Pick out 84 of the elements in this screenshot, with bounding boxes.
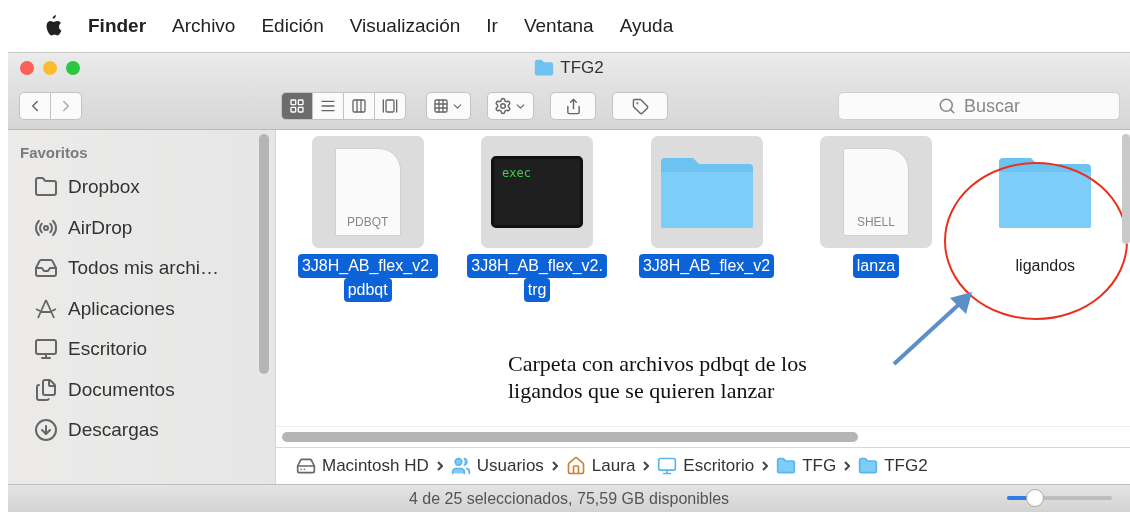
menu-app-name[interactable]: Finder bbox=[88, 15, 147, 37]
path-item[interactable]: Macintosh HD bbox=[296, 456, 429, 476]
desktop-icon bbox=[657, 456, 678, 476]
share-button[interactable] bbox=[550, 92, 596, 120]
terminal-text: exec bbox=[502, 166, 531, 180]
icons-view-icon bbox=[289, 98, 305, 114]
file-name[interactable]: lanza bbox=[852, 254, 900, 278]
menu-item[interactable]: Ventana bbox=[523, 15, 594, 37]
home-icon bbox=[565, 456, 586, 476]
sidebar-item-label: Todos mis archi… bbox=[68, 257, 219, 280]
slider-thumb[interactable] bbox=[1026, 489, 1045, 507]
chevron-right-icon bbox=[643, 461, 650, 471]
menu-item[interactable]: Ir bbox=[486, 15, 498, 37]
sidebar-item[interactable]: Todos mis archi… bbox=[20, 248, 275, 289]
path-item[interactable]: Usuarios bbox=[450, 456, 544, 476]
tag-button[interactable] bbox=[612, 92, 668, 120]
sidebar-item-label: AirDrop bbox=[68, 216, 133, 239]
back-button[interactable] bbox=[19, 92, 51, 120]
chevron-right-icon bbox=[762, 461, 769, 471]
downloads-icon bbox=[34, 418, 58, 443]
sidebar-item-label: Escritorio bbox=[68, 338, 148, 361]
scrollbar-thumb[interactable] bbox=[259, 134, 269, 374]
sidebar-item[interactable]: Dropbox bbox=[20, 167, 275, 208]
users-icon bbox=[450, 456, 471, 476]
list-view-icon bbox=[320, 98, 336, 114]
documents-icon bbox=[34, 377, 58, 402]
sidebar-item-label: Documentos bbox=[68, 378, 175, 401]
folder-icon bbox=[858, 456, 879, 476]
sidebar-item[interactable]: Aplicaciones bbox=[20, 288, 275, 329]
settings-button[interactable] bbox=[487, 92, 534, 120]
path-item[interactable]: TFG bbox=[776, 456, 837, 476]
close-button[interactable] bbox=[20, 61, 34, 75]
gear-icon bbox=[494, 97, 512, 115]
sidebar-item[interactable]: Escritorio bbox=[20, 329, 275, 370]
forward-button[interactable] bbox=[50, 92, 82, 120]
chevron-right-icon bbox=[436, 461, 443, 471]
file-icon-tile[interactable]: exec bbox=[481, 136, 594, 248]
chevron-right-icon bbox=[551, 461, 558, 471]
arrange-button[interactable] bbox=[426, 92, 471, 120]
status-text: 4 de 25 seleccionados, 75,59 GB disponibles bbox=[408, 489, 730, 508]
horizontal-scrollbar-thumb[interactable] bbox=[282, 432, 858, 442]
menu-item[interactable]: Edición bbox=[261, 15, 324, 37]
grid-icon bbox=[433, 98, 449, 114]
icon-label: PDBQT bbox=[347, 215, 389, 229]
folder-icon bbox=[776, 456, 797, 476]
apple-logo-icon[interactable] bbox=[44, 15, 62, 37]
path-item[interactable]: Escritorio bbox=[657, 456, 755, 476]
file-name[interactable]: 3J8H_AB_flex_v2. bbox=[467, 254, 607, 278]
path-item[interactable]: TFG2 bbox=[858, 456, 928, 476]
menu-item[interactable]: Ayuda bbox=[619, 15, 674, 37]
file-name[interactable]: ligandos bbox=[1011, 254, 1080, 278]
icon-label: SHELL bbox=[856, 215, 895, 229]
desktop-icon bbox=[34, 337, 58, 362]
sidebar-item-label: Aplicaciones bbox=[68, 297, 175, 320]
zoom-slider[interactable] bbox=[1007, 489, 1112, 507]
file-name[interactable]: pdbqt bbox=[343, 278, 392, 302]
scrollbar-thumb[interactable] bbox=[1122, 134, 1130, 244]
view-mode-button[interactable] bbox=[343, 92, 375, 120]
sidebar-section-title: Favoritos bbox=[20, 144, 89, 161]
file-name[interactable]: 3J8H_AB_flex_v2. bbox=[297, 254, 438, 278]
sidebar-item[interactable]: Documentos bbox=[20, 369, 275, 410]
share-icon bbox=[564, 97, 582, 115]
sidebar-item-label: Descargas bbox=[68, 419, 159, 442]
search-icon bbox=[938, 97, 956, 115]
annotation-text: Carpeta con archivos pdbqt de los ligandos que se quieren lanzar bbox=[508, 350, 808, 404]
sidebar-item-label: Dropbox bbox=[68, 176, 140, 199]
file-icon-tile[interactable] bbox=[650, 136, 763, 248]
menu-item[interactable]: Visualización bbox=[349, 15, 461, 37]
chevron-right-icon bbox=[844, 461, 851, 471]
window-title: TFG2 bbox=[560, 58, 604, 78]
tag-icon bbox=[631, 97, 649, 115]
path-item[interactable]: Laura bbox=[565, 456, 636, 476]
zoom-button[interactable] bbox=[66, 61, 80, 75]
folder-icon bbox=[534, 58, 555, 78]
view-mode-button[interactable] bbox=[281, 92, 313, 120]
sidebar-item[interactable]: AirDrop bbox=[20, 207, 275, 248]
menu-item[interactable]: Archivo bbox=[172, 15, 236, 37]
view-mode-button[interactable] bbox=[312, 92, 344, 120]
sidebar-item[interactable]: Descargas bbox=[20, 410, 275, 451]
view-mode-button[interactable] bbox=[374, 92, 406, 120]
file-name[interactable]: 3J8H_AB_flex_v2 bbox=[638, 254, 775, 278]
file-name[interactable]: trg bbox=[523, 278, 551, 302]
search-field[interactable]: Buscar bbox=[838, 92, 1120, 120]
columns-view-icon bbox=[351, 98, 367, 114]
